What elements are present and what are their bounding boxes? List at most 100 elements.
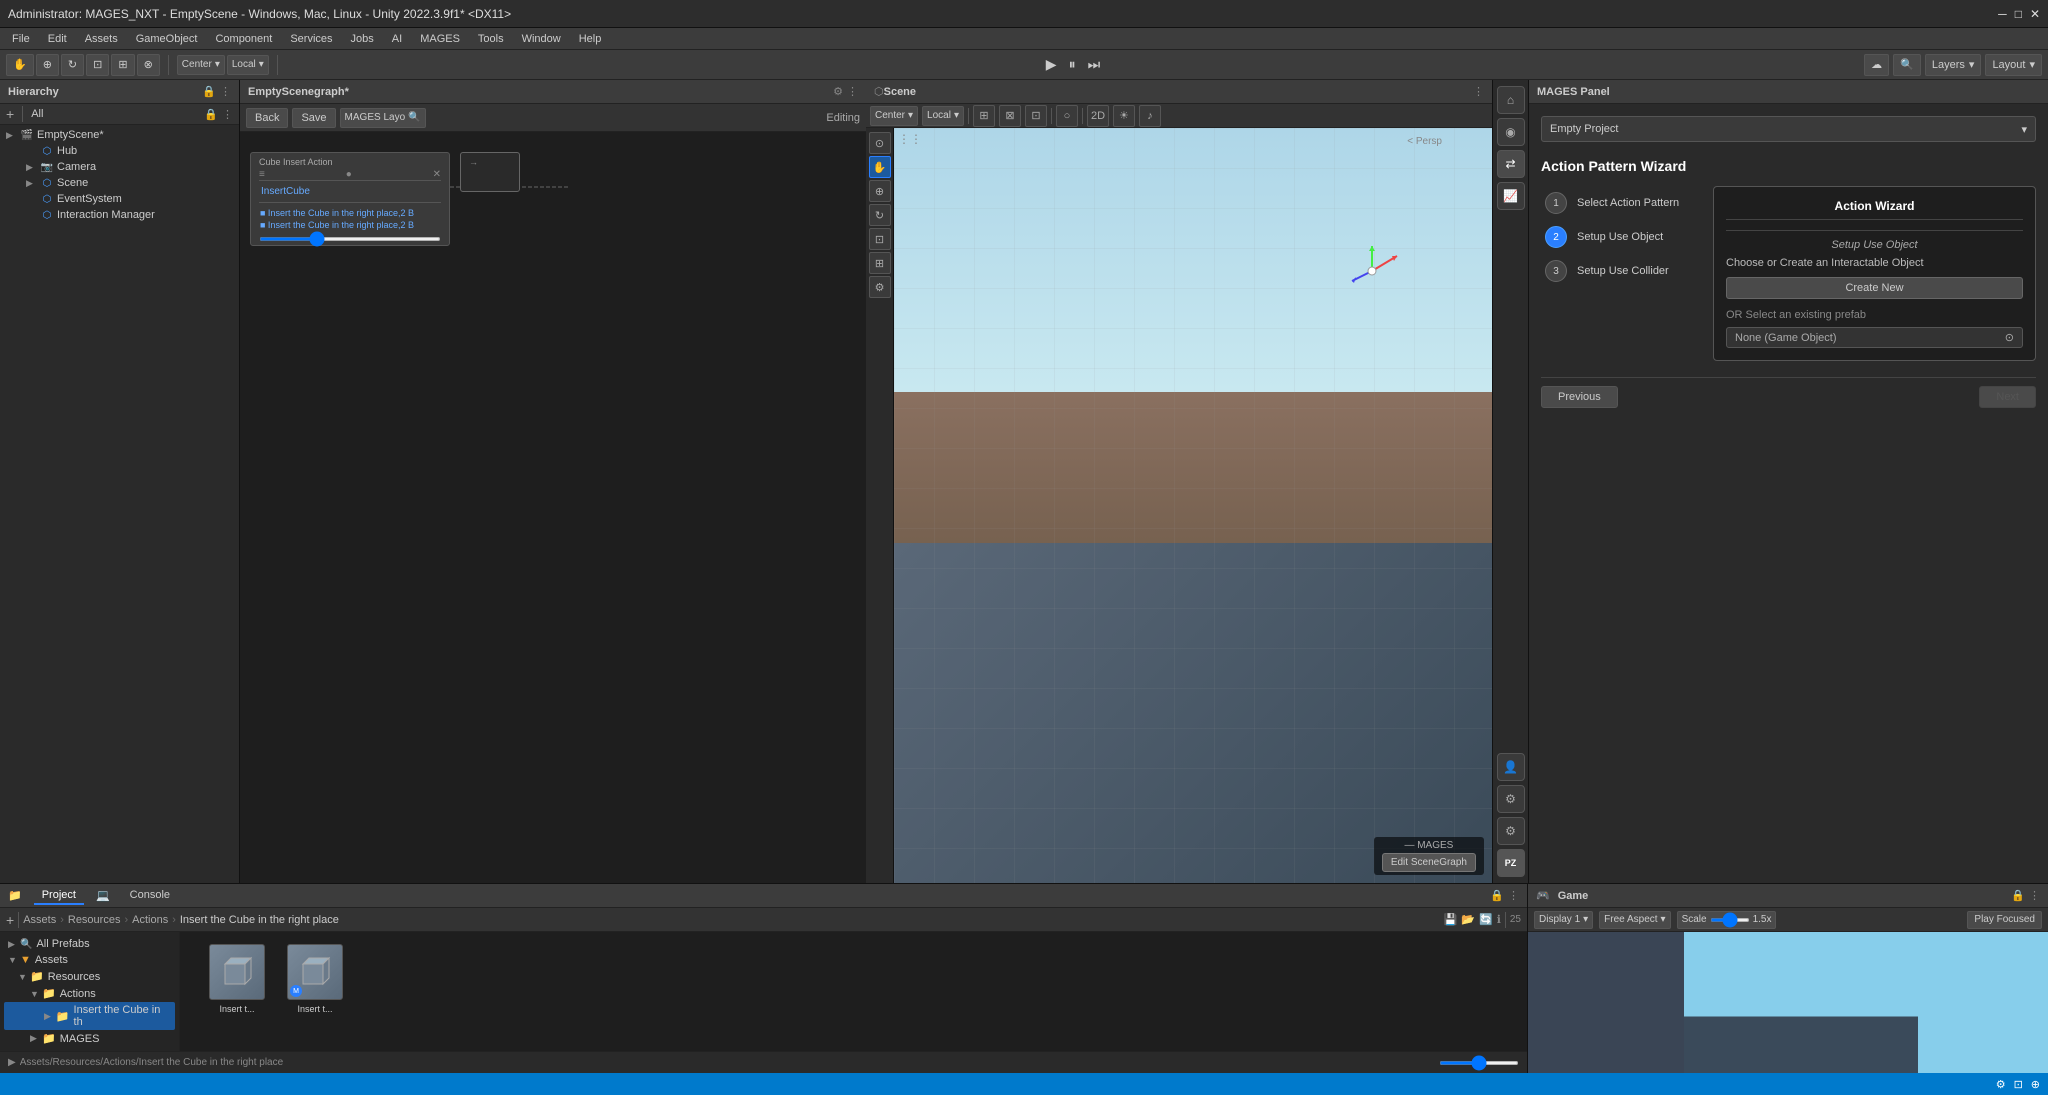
- right-pz-btn[interactable]: PZ: [1497, 849, 1525, 877]
- sg-node-item-0[interactable]: InsertCube: [259, 185, 441, 198]
- right-bubble-btn[interactable]: ◉: [1497, 118, 1525, 146]
- pivot-dropdown[interactable]: Center▾: [177, 55, 225, 75]
- right-home-btn[interactable]: ⌂: [1497, 86, 1525, 114]
- breadcrumb-actions[interactable]: Actions: [132, 914, 168, 926]
- sg-save-btn[interactable]: Save: [292, 108, 335, 128]
- asset-tree-all-prefabs[interactable]: ▶ 🔍 All Prefabs: [4, 936, 175, 952]
- bottom-tb-info-icon[interactable]: ℹ: [1497, 913, 1501, 926]
- scene-more[interactable]: ⋮: [1473, 85, 1484, 98]
- wizard-prev-btn[interactable]: Previous: [1541, 386, 1618, 408]
- hier-item-scene[interactable]: ▶ ⬡ Scene: [2, 175, 237, 191]
- rect-tool[interactable]: ⊞: [111, 54, 134, 76]
- hierarchy-lock-icon[interactable]: 🔒: [202, 85, 216, 98]
- scene-tool-hand[interactable]: ✋: [869, 156, 891, 178]
- scale-tool[interactable]: ⊡: [86, 54, 109, 76]
- status-icon-1[interactable]: ⊡: [2014, 1078, 2023, 1091]
- play-focused-btn[interactable]: Play Focused: [1967, 911, 2042, 929]
- move-tool[interactable]: ⊕: [36, 54, 59, 76]
- hierarchy-menu-icon[interactable]: ⋮: [220, 85, 231, 98]
- sg-back-btn[interactable]: Back: [246, 108, 288, 128]
- status-icon-2[interactable]: ⊕: [2031, 1078, 2040, 1091]
- step-button[interactable]: ⏭: [1084, 56, 1105, 73]
- aw-select-prefab[interactable]: None (Game Object) ⊙: [1726, 327, 2023, 348]
- scene-audio-btn[interactable]: ♪: [1139, 105, 1161, 127]
- space-dropdown[interactable]: Local▾: [227, 55, 269, 75]
- scene-snap-btn[interactable]: ⊠: [999, 105, 1021, 127]
- sg-node-right[interactable]: →: [460, 152, 520, 192]
- scene-align-btn[interactable]: ⊡: [1025, 105, 1047, 127]
- scene-tool-settings[interactable]: ⚙: [869, 276, 891, 298]
- game-scale-slider[interactable]: [1710, 918, 1750, 922]
- game-more[interactable]: ⋮: [2029, 889, 2040, 902]
- scene-menu-dots[interactable]: ⋮⋮: [898, 132, 922, 146]
- scene-2d-btn[interactable]: 2D: [1087, 105, 1109, 127]
- sg-layout-dropdown[interactable]: MAGES Layo🔍: [340, 108, 426, 128]
- menu-help[interactable]: Help: [571, 31, 610, 47]
- layers-dropdown[interactable]: Layers▾: [1925, 54, 1982, 76]
- menu-window[interactable]: Window: [514, 31, 569, 47]
- scene-grid-btn[interactable]: ⊞: [973, 105, 995, 127]
- maximize-btn[interactable]: □: [2015, 7, 2022, 21]
- menu-gameobject[interactable]: GameObject: [128, 31, 206, 47]
- hier-item-camera[interactable]: ▶ 📷 Camera: [2, 159, 237, 175]
- zoom-slider[interactable]: [1439, 1061, 1519, 1065]
- sg-node-close[interactable]: ✕: [433, 169, 441, 180]
- local-dropdown[interactable]: Local▾: [922, 106, 964, 126]
- tab-project[interactable]: Project: [34, 887, 84, 905]
- menu-tools[interactable]: Tools: [470, 31, 512, 47]
- project-dropdown[interactable]: Empty Project ▾: [1541, 116, 2036, 142]
- asset-tree-resources[interactable]: ▼ 📁 Resources: [4, 968, 175, 985]
- rotate-tool[interactable]: ↻: [61, 54, 84, 76]
- asset-tree-actions[interactable]: ▼ 📁 Actions: [4, 985, 175, 1002]
- search-btn[interactable]: 🔍: [1893, 54, 1921, 76]
- right-person-btn[interactable]: 👤: [1497, 753, 1525, 781]
- sg-node-menu[interactable]: ≡: [259, 169, 265, 180]
- asset-tree-insert-cube[interactable]: ▶ 📁 Insert the Cube in th: [4, 1002, 175, 1030]
- menu-assets[interactable]: Assets: [77, 31, 126, 47]
- sg-more-icon[interactable]: ⋮: [847, 85, 858, 98]
- bottom-tb-folder-icon[interactable]: 📂: [1461, 913, 1475, 926]
- hier-item-eventsystem[interactable]: ⬡ EventSystem: [2, 191, 237, 207]
- pause-button[interactable]: ⏸: [1065, 56, 1080, 73]
- menu-ai[interactable]: AI: [384, 31, 410, 47]
- right-settings2-btn[interactable]: ⚙: [1497, 817, 1525, 845]
- scene-tool-scale[interactable]: ⊡: [869, 228, 891, 250]
- game-display-dropdown[interactable]: Display 1▾: [1534, 911, 1593, 929]
- wizard-next-btn[interactable]: Next: [1979, 386, 2036, 408]
- sg-node-subitem-1[interactable]: ■ Insert the Cube in the right place,2 B: [259, 219, 441, 231]
- sg-node-slider[interactable]: [259, 237, 441, 241]
- bottom-add-btn[interactable]: +: [6, 912, 14, 928]
- scene-light-btn[interactable]: ☀: [1113, 105, 1135, 127]
- center-dropdown[interactable]: Center▾: [870, 106, 918, 126]
- hier-lock2[interactable]: 🔒: [204, 108, 218, 121]
- sg-settings-icon[interactable]: ⚙: [833, 85, 843, 98]
- asset-tree-assets[interactable]: ▼ ▼ Assets: [4, 952, 175, 968]
- game-lock[interactable]: 🔒: [2011, 889, 2025, 902]
- asset-item-1[interactable]: M Insert t...: [280, 940, 350, 1018]
- play-button[interactable]: ▶: [1042, 56, 1061, 73]
- scene-render-btn[interactable]: ○: [1056, 105, 1078, 127]
- right-chart-btn[interactable]: 📈: [1497, 182, 1525, 210]
- wizard-step-3[interactable]: 3 Setup Use Collider: [1541, 254, 1701, 288]
- asset-tree-mages[interactable]: ▶ 📁 MAGES: [4, 1030, 175, 1047]
- menu-component[interactable]: Component: [207, 31, 280, 47]
- menu-file[interactable]: File: [4, 31, 38, 47]
- menu-jobs[interactable]: Jobs: [343, 31, 382, 47]
- hierarchy-add-btn[interactable]: +: [6, 106, 14, 122]
- bottom-more-icon[interactable]: ⋮: [1508, 889, 1519, 902]
- wizard-step-2[interactable]: 2 Setup Use Object: [1541, 220, 1701, 254]
- right-settings-btn[interactable]: ⚙: [1497, 785, 1525, 813]
- scene-tool-rect[interactable]: ⊞: [869, 252, 891, 274]
- hier-item-interactionmgr[interactable]: ⬡ Interaction Manager: [2, 207, 237, 223]
- minimize-btn[interactable]: ─: [1998, 7, 2007, 21]
- breadcrumb-assets[interactable]: Assets: [23, 914, 56, 926]
- sg-node-cube-action[interactable]: Cube Insert Action ≡ ● ✕ InsertCube ■ In…: [250, 152, 450, 246]
- bottom-tb-save-icon[interactable]: 💾: [1444, 913, 1458, 926]
- tab-console[interactable]: Console: [122, 887, 178, 905]
- edit-scenegraph-btn[interactable]: Edit SceneGraph: [1382, 853, 1476, 872]
- menu-services[interactable]: Services: [282, 31, 340, 47]
- scene-tool-rotate[interactable]: ↻: [869, 204, 891, 226]
- menu-edit[interactable]: Edit: [40, 31, 75, 47]
- cloud-btn[interactable]: ☁: [1864, 54, 1889, 76]
- aw-create-btn[interactable]: Create New: [1726, 277, 2023, 299]
